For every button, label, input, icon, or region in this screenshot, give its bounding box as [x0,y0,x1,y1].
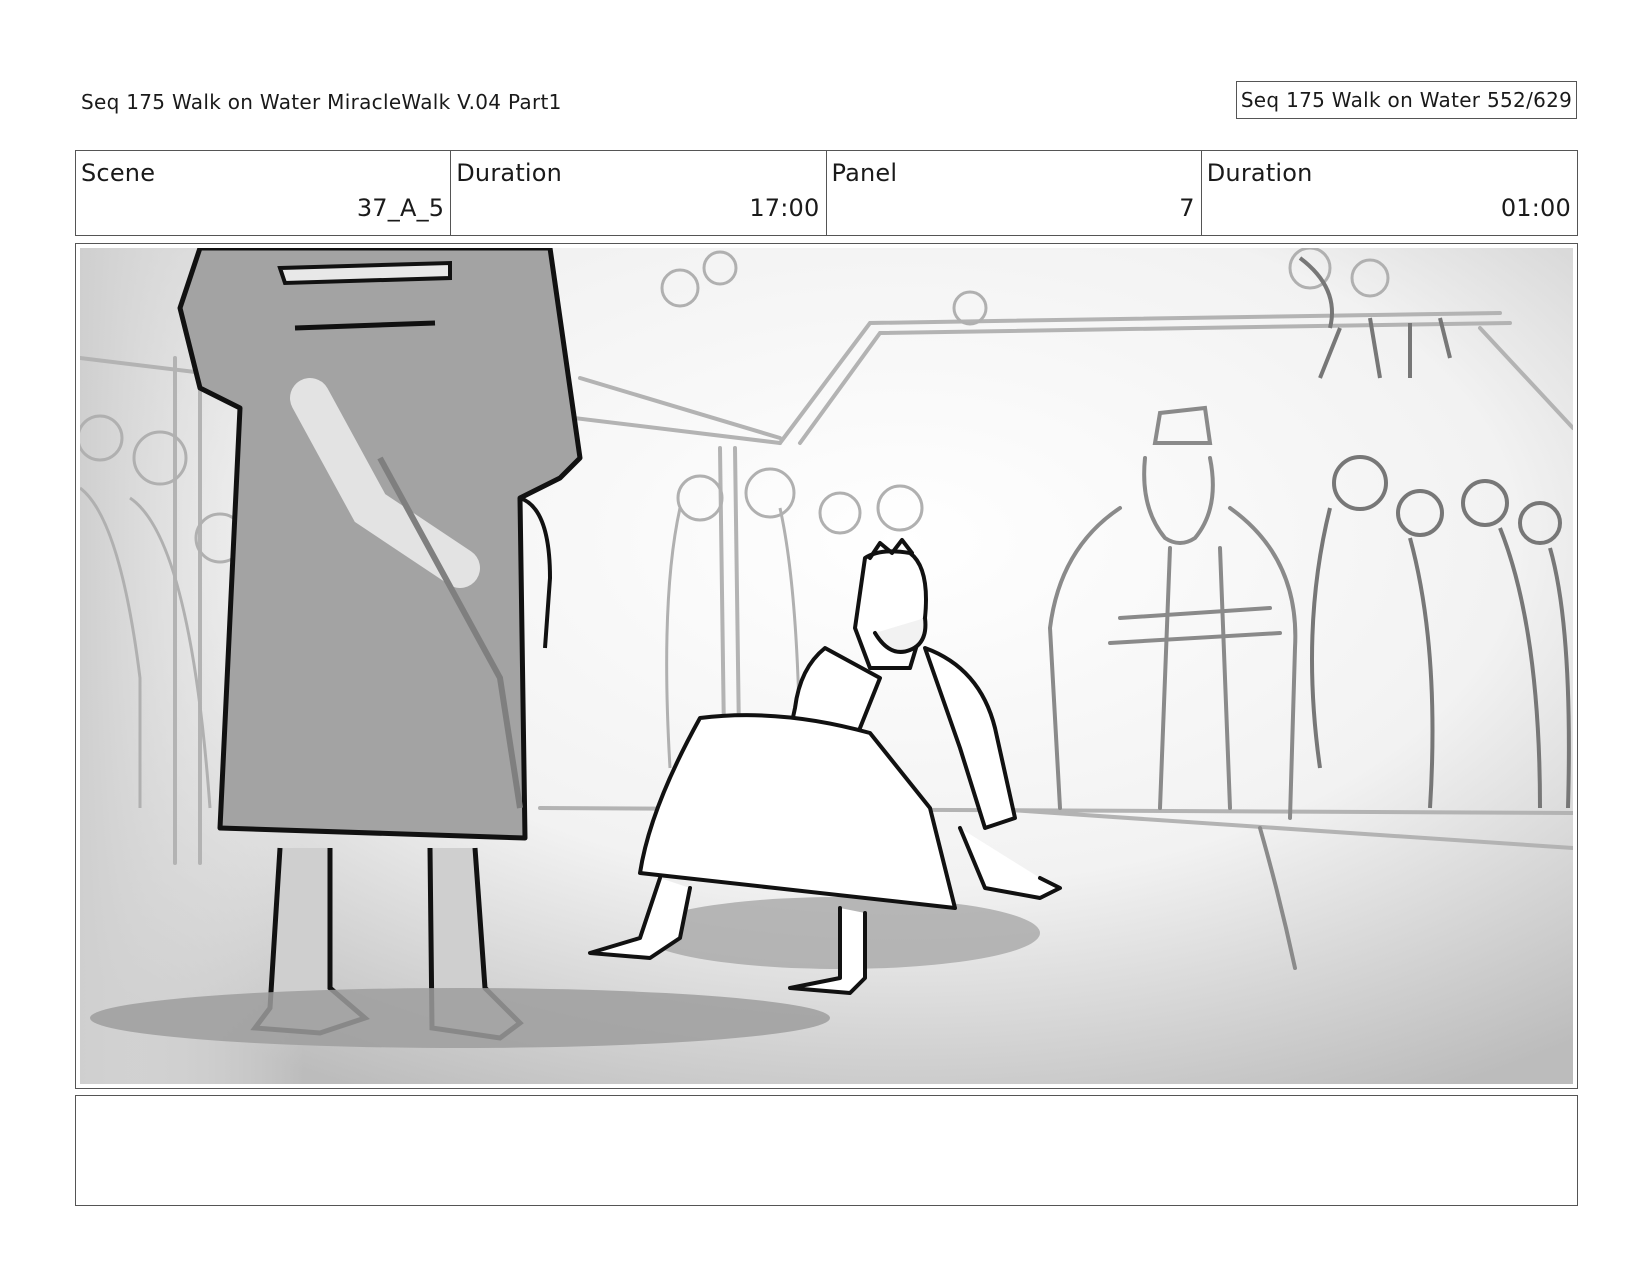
panel-notes-box[interactable] [75,1095,1578,1206]
panel-value: 7 [1179,194,1195,222]
storyboard-panel [75,243,1578,1089]
panel-duration-cell: Duration 01:00 [1202,151,1577,235]
sequence-title: Seq 175 Walk on Water MiracleWalk V.04 P… [81,90,562,114]
panel-cell: Panel 7 [827,151,1202,235]
scene-cell: Scene 37_A_5 [76,151,452,235]
scene-duration-cell: Duration 17:00 [451,151,827,235]
storyboard-sketch-image [80,248,1573,1084]
scene-info-table: Scene 37_A_5 Duration 17:00 Panel 7 Dura… [75,150,1578,236]
panel-label: Panel [831,159,898,187]
scene-value: 37_A_5 [356,194,445,222]
scene-duration-label: Duration [456,159,563,187]
scene-duration-value: 17:00 [749,194,820,222]
page-counter: Seq 175 Walk on Water 552/629 [1236,81,1577,119]
scene-label: Scene [81,159,156,187]
panel-duration-value: 01:00 [1500,194,1571,222]
panel-duration-label: Duration [1206,159,1313,187]
